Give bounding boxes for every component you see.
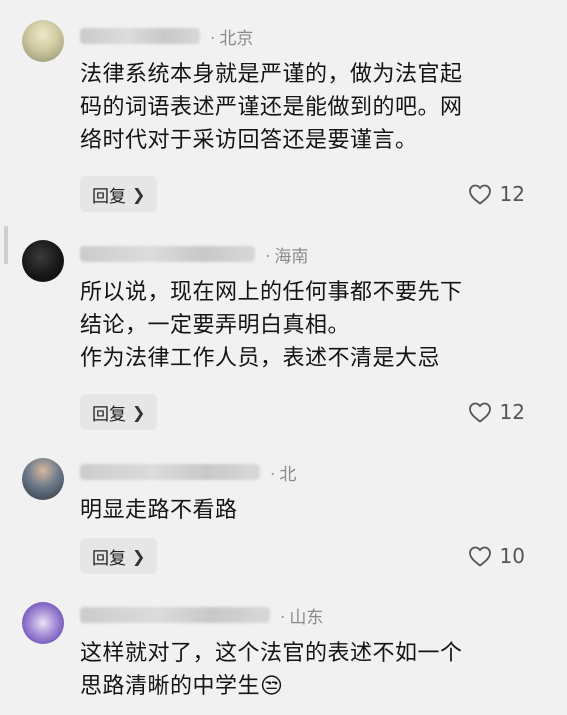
comment-text: 所以说，现在网上的任何事都不要先下 结论，一定要弄明白真相。 作为法律工作人员，…: [80, 276, 540, 375]
like-count: 12: [499, 400, 525, 424]
like-button[interactable]: 10: [468, 538, 525, 574]
chevron-right-icon: ❯: [132, 546, 146, 566]
comment-text: 明显走路不看路: [80, 494, 540, 527]
reply-label: 回复: [92, 548, 126, 569]
reply-label: 回复: [92, 404, 126, 425]
user-row: · 北: [80, 460, 297, 485]
reply-button[interactable]: 回复 ❯: [80, 394, 158, 430]
username-blurred[interactable]: [80, 607, 270, 623]
reply-button[interactable]: 回复 ❯: [80, 176, 158, 212]
location-label: · 海南: [265, 246, 309, 267]
comment-text: 这样就对了，这个法官的表述不如一个 思路清晰的中学生😒: [80, 637, 540, 703]
comment-line: 络时代对于采访回答还是要谨言。: [80, 128, 418, 153]
avatar[interactable]: [22, 20, 64, 62]
chevron-right-icon: ❯: [132, 184, 146, 204]
like-button[interactable]: 12: [468, 394, 525, 430]
avatar[interactable]: [22, 602, 64, 644]
user-row: · 北京: [80, 24, 254, 49]
like-count: 12: [499, 182, 525, 206]
user-row: · 海南: [80, 242, 309, 267]
scroll-indicator: [4, 226, 8, 264]
location-label: · 北: [270, 464, 297, 485]
like-button[interactable]: 12: [468, 176, 525, 212]
username-blurred[interactable]: [80, 464, 260, 480]
username-blurred[interactable]: [80, 28, 200, 44]
reply-button[interactable]: 回复 ❯: [80, 538, 158, 574]
avatar[interactable]: [22, 240, 64, 282]
avatar[interactable]: [22, 458, 64, 500]
chevron-right-icon: ❯: [132, 402, 146, 422]
heart-icon: [468, 402, 491, 423]
comment-line: 法律系统本身就是严谨的，做为法官起: [80, 62, 463, 87]
comment-text: 法律系统本身就是严谨的，做为法官起 码的词语表述严谨还是能做到的吧。网 络时代对…: [80, 58, 540, 157]
reply-label: 回复: [92, 186, 126, 207]
heart-icon: [468, 184, 491, 205]
location-label: · 山东: [280, 607, 324, 628]
comment-line: 结论，一定要弄明白真相。: [80, 313, 351, 338]
comment-line: 码的词语表述严谨还是能做到的吧。网: [80, 95, 463, 120]
comment-line: 所以说，现在网上的任何事都不要先下: [80, 280, 463, 305]
like-count: 10: [499, 544, 525, 568]
username-blurred[interactable]: [80, 246, 255, 262]
comment-line: 明显走路不看路: [80, 498, 238, 523]
user-row: · 山东: [80, 603, 324, 628]
comment-line: 作为法律工作人员，表述不清是大忌: [80, 346, 441, 371]
location-label: · 北京: [210, 28, 254, 49]
comment-line: 思路清晰的中学生😒: [80, 674, 284, 699]
heart-icon: [468, 546, 491, 567]
comment-line: 这样就对了，这个法官的表述不如一个: [80, 641, 463, 666]
